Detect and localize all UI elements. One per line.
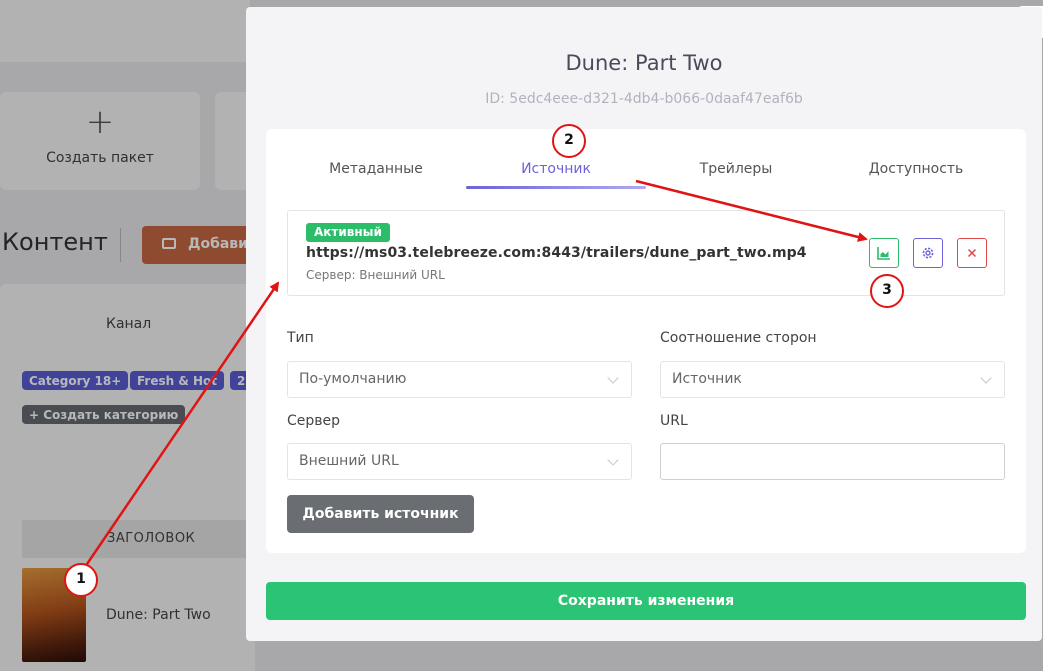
- modal-card: Метаданные Источник Трейлеры Доступность…: [266, 129, 1026, 553]
- server-value: Внешний URL: [299, 453, 399, 469]
- delete-icon: [967, 248, 977, 258]
- tab-trailers[interactable]: Трейлеры: [666, 161, 806, 177]
- save-changes-button[interactable]: Сохранить изменения: [266, 582, 1026, 620]
- aspect-ratio-label: Соотношение сторон: [660, 330, 817, 346]
- id-value: 5edc4eee-d321-4db4-b066-0daaf47eaf6b: [509, 91, 803, 107]
- status-badge: Активный: [306, 223, 390, 242]
- url-label: URL: [660, 413, 688, 429]
- step-marker-1: 1: [64, 563, 98, 597]
- tab-bar: Метаданные Источник Трейлеры Доступность: [266, 129, 1026, 189]
- aspect-ratio-select[interactable]: Источник: [660, 361, 1005, 398]
- tab-availability[interactable]: Доступность: [846, 161, 986, 177]
- delete-button[interactable]: [957, 238, 987, 268]
- modal-title: Dune: Part Two: [565, 51, 723, 75]
- type-select[interactable]: По-умолчанию: [287, 361, 632, 398]
- aspect-ratio-value: Источник: [672, 371, 742, 387]
- settings-icon: [922, 247, 934, 259]
- edit-modal: Dune: Part Two ID: 5edc4eee-d321-4db4-b0…: [246, 7, 1042, 641]
- url-input[interactable]: [660, 443, 1005, 480]
- type-label: Тип: [287, 330, 314, 346]
- add-source-button[interactable]: Добавить источник: [287, 495, 474, 533]
- type-value: По-умолчанию: [299, 371, 407, 387]
- tab-source[interactable]: Источник: [486, 161, 626, 177]
- content-id: ID: 5edc4eee-d321-4db4-b066-0daaf47eaf6b: [246, 91, 1042, 107]
- source-url: https://ms03.telebreeze.com:8443/trailer…: [306, 245, 807, 261]
- chevron-down-icon: [607, 454, 619, 466]
- stats-button[interactable]: [869, 238, 899, 268]
- step-marker-3: 3: [870, 274, 904, 308]
- id-label: ID:: [485, 91, 505, 107]
- chevron-down-icon: [980, 372, 992, 384]
- chevron-down-icon: [607, 372, 619, 384]
- tab-metadata[interactable]: Метаданные: [306, 161, 446, 177]
- stats-icon: [877, 247, 890, 260]
- settings-button[interactable]: [913, 238, 943, 268]
- server-select[interactable]: Внешний URL: [287, 443, 632, 480]
- source-server: Сервер: Внешний URL: [306, 268, 445, 282]
- step-marker-2: 2: [552, 124, 586, 158]
- active-tab-indicator: [466, 186, 646, 189]
- server-label: Сервер: [287, 413, 341, 429]
